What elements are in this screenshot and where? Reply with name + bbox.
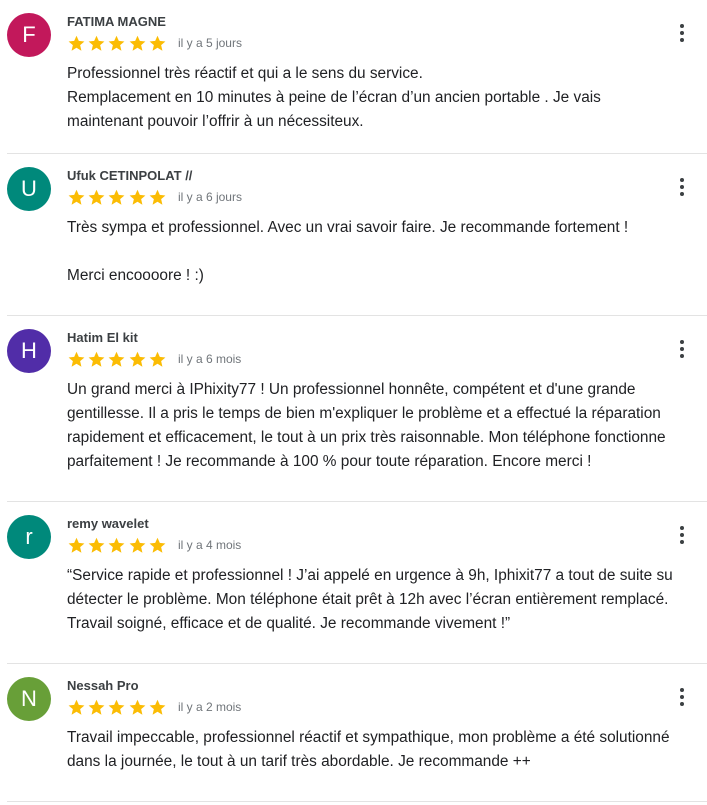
rating-row: il y a 4 mois xyxy=(67,534,241,556)
star-icon xyxy=(129,699,145,715)
star-icon xyxy=(149,699,166,715)
star-icon xyxy=(149,189,166,205)
review-text-line: rapidement et efficacement, le tout à un… xyxy=(67,429,666,446)
review-text: Un grand merci à IPhixity77 ! Un profess… xyxy=(67,378,707,474)
star-icon xyxy=(129,537,145,553)
review-text-line: Travail soigné, efficace et de qualité. … xyxy=(67,615,511,632)
star-icon xyxy=(108,699,125,715)
review-text: Très sympa et professionnel. Avec un vra… xyxy=(67,216,707,288)
review-date: il y a 2 mois xyxy=(177,700,242,714)
reviewer-name[interactable]: Ufuk CETINPOLAT // xyxy=(67,168,192,183)
star-rating xyxy=(67,188,168,207)
star-rating xyxy=(67,698,168,717)
reviewer-name[interactable]: remy wavelet xyxy=(67,516,149,531)
star-icon xyxy=(149,537,166,553)
review-text-line: parfaitement ! Je recommande à 100 % pou… xyxy=(67,453,592,470)
rating-row: il y a 6 mois xyxy=(67,348,241,370)
review-text-line: dans la journée, le tout à un tarif très… xyxy=(67,753,531,770)
review-date: il y a 6 jours xyxy=(177,190,242,204)
review-text-line: “Service rapide et professionnel ! J’ai … xyxy=(67,567,673,584)
review-card: r remy wavelet il y a 4 mois “Service rapid… xyxy=(7,502,707,664)
more-vert-icon[interactable] xyxy=(671,337,693,361)
avatar[interactable]: F xyxy=(7,13,51,57)
more-vert-icon[interactable] xyxy=(671,523,693,547)
review-text-line: gentillesse. Il a pris le temps de bien … xyxy=(67,405,661,422)
avatar[interactable]: N xyxy=(7,677,51,721)
avatar[interactable]: H xyxy=(7,329,51,373)
star-icon xyxy=(68,351,85,367)
avatar[interactable]: r xyxy=(7,515,51,559)
review-card: H Hatim El kit il y a 6 mois Un grand merci… xyxy=(7,316,707,502)
star-rating xyxy=(67,34,168,53)
review-text: Travail impeccable, professionnel réacti… xyxy=(67,726,707,774)
review-text-line: Professionnel très réactif et qui a le s… xyxy=(67,65,423,82)
star-icon xyxy=(108,537,125,553)
star-rating xyxy=(67,536,168,555)
more-vert-icon[interactable] xyxy=(671,685,693,709)
star-icon xyxy=(149,35,166,51)
review-text: Professionnel très réactif et qui a le s… xyxy=(67,62,707,134)
review-card: U Ufuk CETINPOLAT // il y a 6 jours Très sy… xyxy=(7,154,707,316)
star-icon xyxy=(88,351,105,367)
review-text-line: Très sympa et professionnel. Avec un vra… xyxy=(67,219,629,236)
review-date: il y a 6 mois xyxy=(177,352,242,366)
review-text-line: Travail impeccable, professionnel réacti… xyxy=(67,729,670,746)
review-card: N Nessah Pro il y a 2 mois Travail impeccab… xyxy=(7,664,707,802)
review-text-line: maintenant pouvoir l’offrir à un nécessi… xyxy=(67,113,364,130)
review-date: il y a 5 jours xyxy=(177,36,242,50)
star-icon xyxy=(88,189,105,205)
star-icon xyxy=(149,351,166,367)
star-icon xyxy=(68,699,85,715)
star-icon xyxy=(88,35,105,51)
more-vert-icon[interactable] xyxy=(671,21,693,45)
reviewer-name[interactable]: Nessah Pro xyxy=(67,678,139,693)
review-text-line: Un grand merci à IPhixity77 ! Un profess… xyxy=(67,381,636,398)
star-icon xyxy=(108,35,125,51)
rating-row: il y a 2 mois xyxy=(67,696,241,718)
star-icon xyxy=(68,537,85,553)
star-icon xyxy=(129,351,145,367)
review-text-line xyxy=(67,240,707,264)
star-icon xyxy=(108,189,125,205)
review-text-line: Merci encoooore ! :) xyxy=(67,267,204,284)
review-text-line: Remplacement en 10 minutes à peine de l’… xyxy=(67,89,601,106)
star-icon xyxy=(129,35,145,51)
review-text: “Service rapide et professionnel ! J’ai … xyxy=(67,564,707,636)
reviewer-name[interactable]: Hatim El kit xyxy=(67,330,138,345)
review-text-line: détecter le problème. Mon téléphone étai… xyxy=(67,591,669,608)
review-date: il y a 4 mois xyxy=(177,538,242,552)
star-icon xyxy=(88,699,105,715)
star-icon xyxy=(88,537,105,553)
reviewer-name[interactable]: FATIMA MAGNE xyxy=(67,14,166,29)
rating-row: il y a 5 jours xyxy=(67,32,242,54)
star-icon xyxy=(68,189,85,205)
star-rating xyxy=(67,350,168,369)
review-card: F FATIMA MAGNE il y a 5 jours Professionnel… xyxy=(7,0,707,154)
rating-row: il y a 6 jours xyxy=(67,186,242,208)
more-vert-icon[interactable] xyxy=(671,175,693,199)
star-icon xyxy=(108,351,125,367)
star-icon xyxy=(129,189,145,205)
avatar[interactable]: U xyxy=(7,167,51,211)
star-icon xyxy=(68,35,85,51)
